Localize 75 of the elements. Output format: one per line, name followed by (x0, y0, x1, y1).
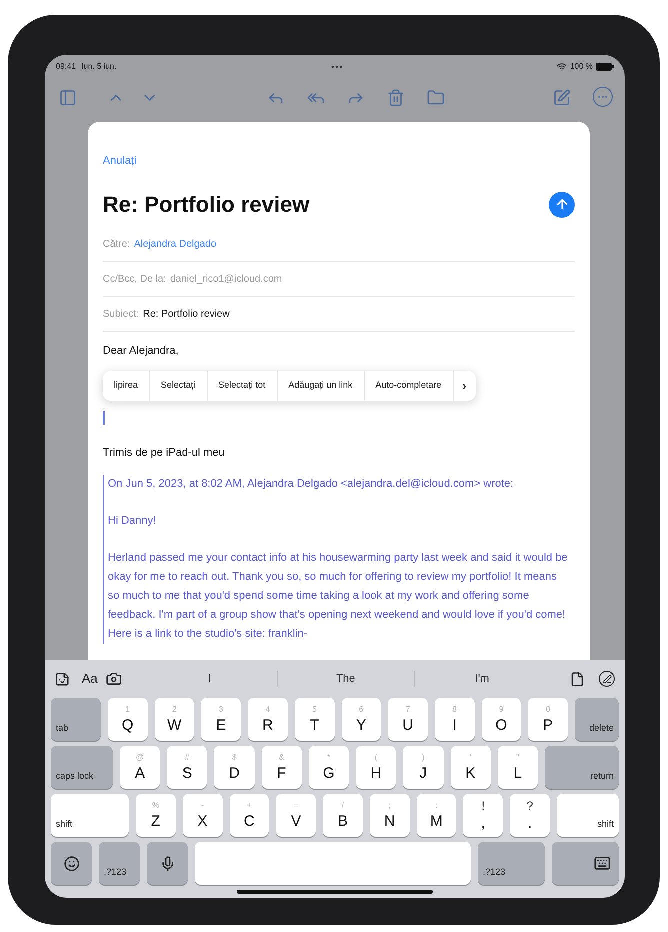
battery-percent: 100 % (570, 61, 593, 73)
more-icon[interactable] (593, 87, 613, 107)
key[interactable]: 8 I (434, 698, 475, 741)
greeting-text: Dear Alejandra, (103, 344, 180, 359)
key[interactable]: ? . (510, 794, 550, 837)
edit-menu-more[interactable]: › (452, 370, 476, 400)
key[interactable]: / B (323, 794, 363, 837)
key[interactable]: @ A (120, 746, 160, 789)
key[interactable]: * G (308, 746, 350, 789)
status-time: 09:41 (56, 61, 76, 73)
key[interactable]: " L (498, 746, 538, 789)
key[interactable]: 6 Y (342, 698, 382, 741)
quote-header: On Jun 5, 2023, at 8:02 AM, Alejandra Delgado <alejandra.del@icloud.com> wrote: (108, 477, 515, 492)
wifi-icon (557, 62, 568, 72)
keyboard-icon (594, 855, 611, 872)
microphone-icon (160, 856, 176, 872)
key[interactable]: - X (182, 794, 223, 837)
key[interactable]: ' K (450, 746, 491, 789)
signature-text: Trimis de pe iPad-ul meu (103, 446, 226, 460)
send-button[interactable] (549, 192, 575, 218)
suggestion[interactable]: I (142, 670, 278, 688)
emoji-key[interactable] (51, 842, 92, 885)
dictation-key[interactable] (147, 842, 188, 885)
sticker-icon[interactable] (55, 672, 70, 686)
key[interactable]: tab (51, 698, 101, 741)
key[interactable]: .?123 (99, 842, 140, 885)
key[interactable]: 3 E (201, 698, 242, 741)
key[interactable]: 7 U (388, 698, 428, 741)
format-button[interactable]: Aa (82, 669, 98, 689)
key[interactable]: ; N (370, 794, 410, 837)
key[interactable]: 2 W (154, 698, 194, 741)
status-date: lun. 5 iun. (82, 61, 117, 73)
compose-title: Re: Portfolio review (103, 191, 310, 219)
key[interactable]: ) J (403, 746, 444, 789)
smiley-icon (64, 856, 80, 872)
camera-icon[interactable] (106, 671, 122, 687)
key[interactable]: delete (575, 698, 620, 741)
cancel-link[interactable]: Anulați (103, 153, 137, 170)
key[interactable]: # S (167, 746, 208, 789)
hide-keyboard-key[interactable] (552, 842, 619, 885)
key[interactable]: : M (416, 794, 456, 837)
key[interactable]: .?123 (478, 842, 545, 885)
key[interactable]: = V (276, 794, 316, 837)
suggestion[interactable]: The (277, 670, 414, 688)
edit-menu-item[interactable]: Adăugați un link (276, 370, 364, 400)
field-label: Cc/Bcc, De la: (103, 272, 166, 286)
key[interactable]: return (544, 746, 619, 789)
key[interactable]: % Z (136, 794, 176, 837)
key[interactable]: 9 O (482, 698, 522, 741)
key[interactable]: 4 R (248, 698, 288, 741)
document-icon[interactable] (570, 672, 585, 686)
key[interactable]: 1 Q (108, 698, 148, 741)
suggestion[interactable]: I'm (414, 670, 550, 688)
field-label: Către: (103, 238, 130, 252)
quote-paragraph: Herland passed me your contact info at his housewarming party last week and said it would be okay for me to reach out. Thank you so, so much for offering to review my portfolio! It means so much to me that you'd spend some time taking a look at my work and offering some feedback. I'm part of a group show that's opening next weekend and would love if you'd come! Here is a link to the studio's site: franklin- (108, 551, 569, 642)
key[interactable]: 5 T (294, 698, 335, 741)
field-label: Subiect: (103, 308, 140, 322)
key[interactable]: + C (230, 794, 270, 837)
field-value[interactable]: Re: Portfolio review (143, 306, 230, 322)
key[interactable]: ! , (463, 794, 504, 837)
edit-menu-item[interactable]: Auto-completare (364, 370, 453, 400)
text-cursor (103, 410, 104, 424)
key[interactable]: $ D (214, 746, 255, 789)
shift-key[interactable]: shift (51, 794, 129, 837)
field-value[interactable]: Alejandra Delgado (134, 236, 217, 252)
edit-menu-item[interactable]: lipirea (103, 370, 150, 400)
key[interactable]: & F (262, 746, 302, 789)
edit-menu-item[interactable]: Selectați (149, 370, 207, 400)
key[interactable]: caps lock (51, 746, 113, 789)
key[interactable]: 0 P (528, 698, 568, 741)
battery-icon (596, 63, 614, 71)
edit-menu-item[interactable]: Selectați tot (206, 370, 277, 400)
shift-key[interactable]: shift (557, 794, 620, 837)
quote-paragraph: Hi Danny! (108, 514, 158, 529)
key[interactable]: ( H (356, 746, 396, 789)
